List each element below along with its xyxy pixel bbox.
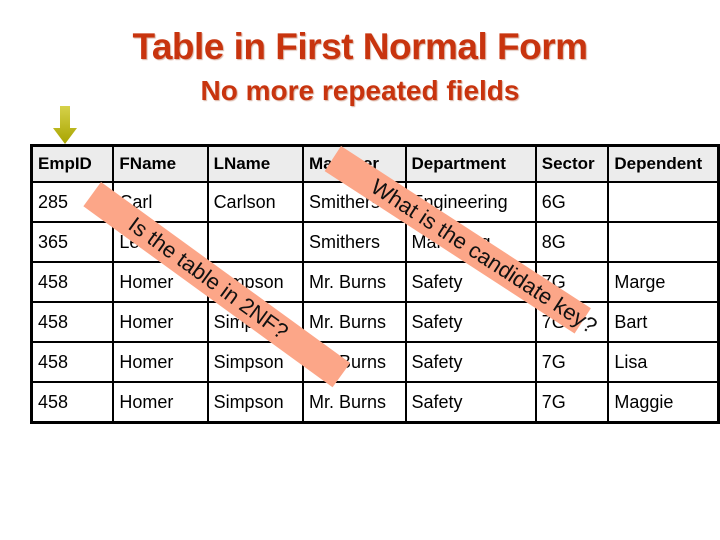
table-row: 458 Homer Simpson Mr. Burns Safety 7G Maggie — [30, 381, 720, 424]
cell-manager: Mr. Burns — [302, 381, 407, 424]
cell-empid: 458 — [30, 381, 115, 424]
cell-department: Safety — [404, 341, 537, 383]
cell-dependent: Lisa — [607, 341, 720, 383]
slide-subtitle: No more repeated fields — [200, 75, 520, 106]
cell-dependent — [607, 221, 720, 263]
cell-empid: 458 — [30, 261, 115, 303]
header-lname: LName — [206, 144, 305, 183]
cell-sector: 8G — [534, 221, 610, 263]
cell-sector: 7G — [534, 381, 610, 424]
cell-department: Safety — [404, 381, 537, 424]
cell-dependent: Maggie — [607, 381, 720, 424]
cell-manager: Smithers — [302, 221, 407, 263]
cell-manager: Mr. Burns — [302, 301, 407, 343]
cell-manager: Mr. Burns — [302, 261, 407, 303]
cell-dependent: Marge — [607, 261, 720, 303]
cell-lname: Carlson — [206, 181, 305, 223]
cell-empid: 365 — [30, 221, 115, 263]
table-row: 458 Homer Simpson Mr. Burns Safety 7G Marge — [30, 261, 720, 303]
cell-department: Safety — [404, 301, 537, 343]
slide-title: Table in First Normal Form — [132, 26, 588, 67]
cell-sector: 7G — [534, 341, 610, 383]
header-empid: EmpID — [30, 144, 115, 183]
cell-empid: 458 — [30, 301, 115, 343]
cell-fname: Homer — [112, 301, 209, 343]
header-sector: Sector — [534, 144, 610, 183]
cell-lname — [206, 221, 305, 263]
header-dependent: Dependent — [607, 144, 720, 183]
table-row: 458HomerSimpsonMr. BurnsSafety7GBart — [30, 301, 720, 343]
header-department: Department — [404, 144, 537, 183]
cell-fname: Homer — [112, 341, 209, 383]
cell-dependent: Bart — [607, 301, 720, 343]
cell-fname: Homer — [112, 381, 209, 424]
table-row: 458HomerSimpsonMr. BurnsSafety7GLisa — [30, 341, 720, 383]
cell-lname: Simpson — [206, 381, 305, 424]
header-fname: FName — [112, 144, 209, 183]
cell-dependent — [607, 181, 720, 223]
cell-empid: 458 — [30, 341, 115, 383]
down-arrow-icon — [53, 106, 77, 144]
cell-sector: 6G — [534, 181, 610, 223]
